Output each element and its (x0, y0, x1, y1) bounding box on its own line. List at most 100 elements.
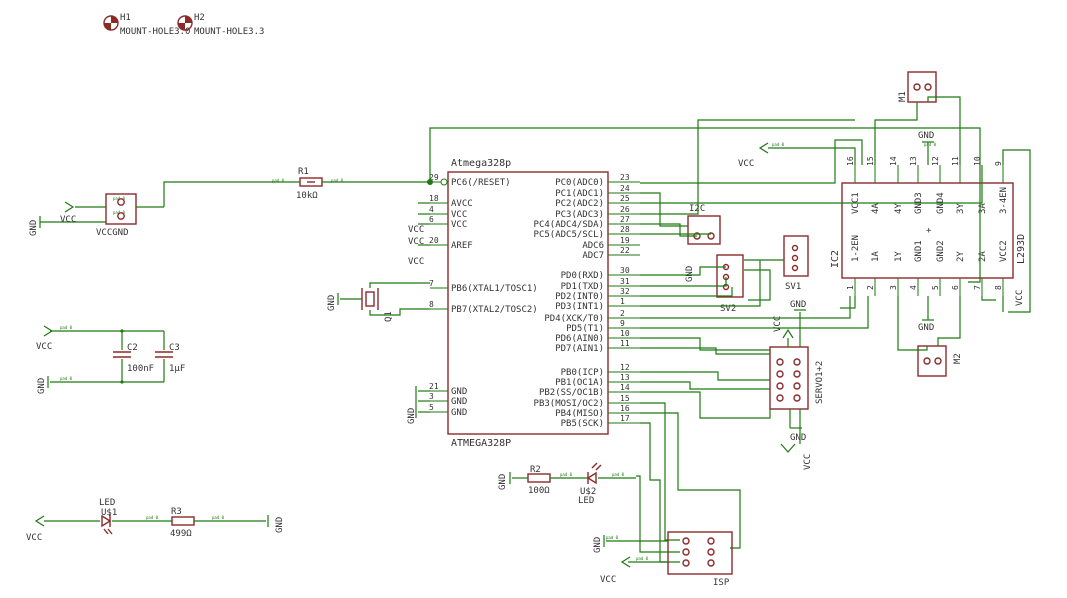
mount-hole-h1[interactable]: H1 MOUNT-HOLE3.0 (103, 13, 190, 37)
c3-value: 1µF (169, 364, 185, 374)
led-u2[interactable]: U$2 LED (578, 462, 636, 506)
mcu-pin-label: PC0(ADC0) (555, 178, 604, 188)
mcu-pin-label: ADC6 (582, 241, 604, 251)
svg-text:GND: GND (790, 300, 806, 310)
driver-pin-number: 2 (866, 285, 875, 290)
svg-text:GND: GND (593, 537, 603, 553)
mcu-pin-number: 8 (429, 300, 434, 309)
mcu-pin-number: 23 (620, 173, 630, 182)
mcu-pin-number: 30 (620, 266, 630, 275)
gnd-symbol-isp: GND (593, 535, 605, 553)
m1-label: M1 (898, 91, 908, 102)
svg-text:GND: GND (685, 266, 695, 282)
mcu-pin-number: 5 (429, 403, 434, 412)
svg-text:VCC: VCC (26, 533, 42, 543)
svg-text:VCC: VCC (600, 575, 616, 585)
mcu-pin-number: 19 (620, 236, 630, 245)
gnd-symbol-q1: GND (327, 293, 339, 311)
svg-text:VCC: VCC (408, 257, 424, 267)
mcu-pin-label: PB2(SS/OC1B) (539, 388, 604, 398)
mcu-pin-number: 11 (620, 339, 630, 348)
mcu-pin-number: 12 (620, 363, 630, 372)
mcu-pin-number: 32 (620, 287, 630, 296)
driver-pin-number: 3 (889, 285, 898, 290)
mcu-pin-number: 13 (620, 373, 630, 382)
i2c-label: I2C (689, 204, 705, 214)
mcu-atmega328p[interactable]: Atmega328p ATMEGA328P PC6(/RESET) 29 AVCC 1… (429, 158, 640, 449)
svg-text:pad 0: pad 0 (636, 556, 649, 561)
svg-text:GND: GND (327, 295, 337, 311)
mcu-pin-label: PB0(ICP) (561, 368, 604, 378)
led-u2-label: LED (578, 496, 594, 506)
driver-pin-label: GND1 (914, 240, 924, 262)
svg-text:VCC: VCC (738, 159, 754, 169)
led-u1[interactable]: LED U$1 (44, 498, 117, 535)
mcu-pin-label: PB4(MISO) (555, 409, 604, 419)
r2-name: R2 (530, 465, 541, 475)
mcu-pin-number: 28 (620, 225, 630, 234)
svg-text:pad 0: pad 0 (212, 515, 225, 520)
mcu-pin-label: PD2(INT0) (555, 292, 604, 302)
mcu-pin-label: PC6(/RESET) (451, 178, 511, 188)
svg-text:VCC: VCC (803, 454, 813, 470)
mcu-pin-label: PC4(ADC4/SDA) (534, 220, 604, 230)
motor-driver-l293d[interactable]: IC2 L293D VCC11-2EN1614A1A1524Y1Y143GND3… (830, 156, 1027, 296)
mcu-left-pins: PC6(/RESET)29AVCC18VCC4VCC6AREF20PB6(XTA… (429, 173, 538, 418)
vcc-symbol-mcu: VCC VCC VCC (408, 225, 424, 267)
mcu-pin-label: PB5(SCK) (561, 419, 604, 429)
resistor-r2[interactable]: R2 100Ω (512, 465, 588, 496)
vcc-symbol-driver-left: VCC (738, 142, 769, 169)
mcu-pin-number: 10 (620, 329, 630, 338)
vcc-symbol-led: VCC (26, 515, 45, 543)
driver-pin-label: 2Y (956, 251, 966, 262)
svg-text:pad 0: pad 0 (113, 196, 126, 201)
mcu-pin-inverter (440, 178, 448, 186)
i2c-connector[interactable]: I2C (687, 204, 721, 245)
svg-text:pad 0: pad 0 (272, 178, 285, 183)
resistor-r1[interactable]: R1 10kΩ pad 0 pad 0 (260, 167, 350, 201)
mcu-pin-label: PC1(ADC1) (555, 189, 604, 199)
svg-text:pad 0: pad 0 (612, 472, 625, 477)
resistor-r3[interactable]: R3 499Ω (112, 507, 266, 539)
vcc-symbol-vccgnd: VCC (60, 201, 76, 225)
driver-pin-number: 12 (931, 156, 940, 166)
mcu-right-pins: PC0(ADC0) 23 PC1(ADC1) 24 PC2(ADC2) 25 PC3(ADC… (534, 173, 640, 429)
vcc-symbol-driver-right: VCC (1015, 290, 1025, 306)
svg-text:pad 0: pad 0 (60, 325, 73, 330)
mount-hole-h2-name: H2 (194, 13, 205, 23)
mcu-pin-label: PD0(RXD) (561, 271, 604, 281)
mcu-pin-label: PB7(XTAL2/TOSC2) (451, 305, 538, 315)
gnd-symbol-servo-bottom: GND (790, 427, 806, 443)
svg-text:VCC: VCC (408, 237, 424, 247)
mcu-pin-number: 15 (620, 394, 630, 403)
sv1-connector[interactable]: SV1 (783, 235, 809, 292)
vcc-symbol-isp: VCC (600, 556, 631, 585)
crystal-q1[interactable]: Q1 (340, 288, 394, 322)
isp-label: ISP (713, 578, 730, 588)
r3-name: R3 (171, 507, 182, 517)
svg-text:pad 0: pad 0 (331, 178, 344, 183)
sv2-connector[interactable]: SV2 (716, 254, 744, 314)
svg-text:GND: GND (498, 474, 508, 490)
svg-text:GND: GND (790, 433, 806, 443)
gnd-symbol-vccgnd: GND (29, 216, 41, 236)
gnd-symbol-mcu: GND (407, 386, 417, 424)
mount-hole-h2[interactable]: H2 MOUNT-HOLE3.3 (177, 13, 264, 37)
svg-text:pad 0: pad 0 (606, 535, 619, 540)
gnd-symbol-servo-top: GND (790, 300, 806, 311)
mcu-pin-number: 20 (429, 236, 439, 245)
mcu-value: ATMEGA328P (451, 438, 511, 449)
servo-label: SERVO1+2 (815, 361, 825, 404)
mcu-pin-label: AREF (451, 241, 473, 251)
mcu-pin-number: 27 (620, 215, 630, 224)
servo-connector[interactable]: SERVO1+2 (769, 346, 825, 410)
mcu-pin-number: 24 (620, 184, 630, 193)
driver-pin-label: 4Y (894, 203, 904, 214)
q1-name: Q1 (384, 311, 394, 322)
svg-text:GND: GND (29, 220, 39, 236)
mcu-pin-label: GND (451, 397, 467, 407)
mcu-pin-label: PD3(INT1) (555, 302, 604, 312)
driver-pin-number: 6 (951, 285, 960, 290)
driver-pin-label: 4A (871, 203, 881, 214)
svg-text:GND: GND (275, 517, 285, 533)
